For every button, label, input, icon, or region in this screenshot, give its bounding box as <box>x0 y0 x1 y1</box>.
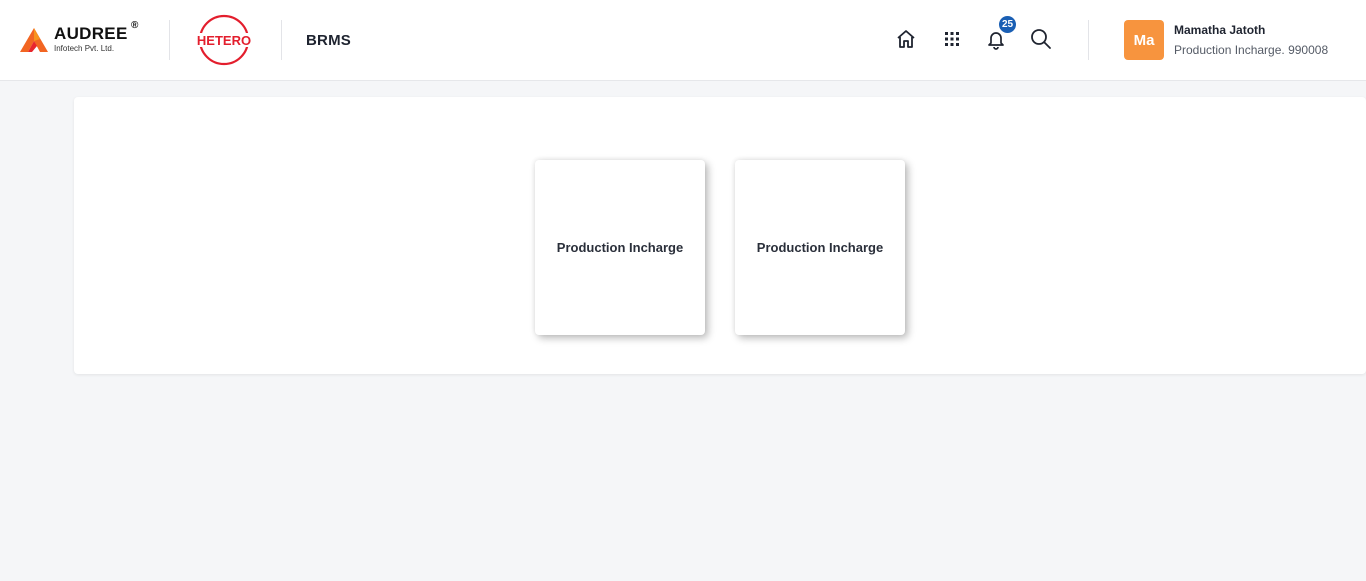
brand-name: AUDREE <box>54 24 128 43</box>
top-header: AUDREE ® Infotech Pvt. Ltd. HETERO BRMS … <box>0 0 1366 81</box>
role-selection-panel <box>74 97 1366 374</box>
header-divider <box>281 20 282 60</box>
search-icon <box>1031 29 1051 49</box>
home-icon <box>897 30 915 48</box>
apps-button[interactable] <box>939 26 965 52</box>
hetero-logo: HETERO <box>195 14 253 66</box>
role-card-label: Production Incharge <box>556 240 684 255</box>
header-divider <box>1088 20 1089 60</box>
user-name: Mamatha Jatoth <box>1174 23 1266 37</box>
brand-registered-mark: ® <box>131 20 139 31</box>
audree-logo-mark <box>20 28 48 52</box>
home-button[interactable] <box>893 26 919 52</box>
header-divider <box>169 20 170 60</box>
apps-grid-icon <box>945 32 959 46</box>
user-avatar[interactable]: Ma <box>1124 20 1164 60</box>
role-card-production-incharge[interactable]: Production Incharge <box>535 160 705 335</box>
role-card-production-incharge[interactable]: Production Incharge <box>735 160 905 335</box>
search-button[interactable] <box>1028 26 1054 52</box>
hetero-logo-text: HETERO <box>197 33 251 48</box>
app-name: BRMS <box>306 32 351 49</box>
role-card-label: Production Incharge <box>756 240 884 255</box>
brand-subtitle: Infotech Pvt. Ltd. <box>54 44 115 53</box>
user-role: Production Incharge. 990008 <box>1174 43 1329 57</box>
notification-count-badge: 25 <box>998 15 1017 34</box>
